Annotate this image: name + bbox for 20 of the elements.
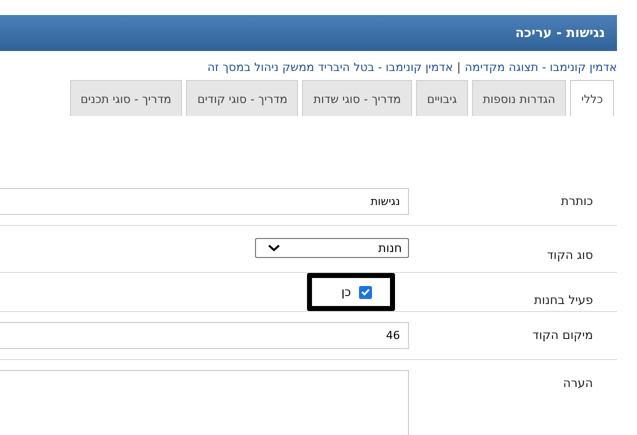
field-label: מיקום הקוד (531, 327, 594, 342)
dropdown[interactable]: חנות (255, 238, 409, 258)
breadcrumb-separator: | (456, 60, 461, 74)
breadcrumb-link[interactable]: אדמין קונימבו - בטל היבריד ממשק ניהול במסך זה (207, 60, 453, 74)
text-field[interactable]: 46 (0, 322, 409, 349)
tab[interactable]: הגדרות נוספות (472, 80, 566, 116)
text-field[interactable]: נגישות (0, 188, 409, 215)
dropdown-value: חנות (378, 241, 402, 255)
page-title: נגישות - עריכה (515, 26, 605, 40)
tab[interactable]: גיבויים (416, 80, 468, 116)
tab[interactable]: מדריך - סוגי קודים (186, 80, 298, 116)
field-label: סוג הקוד (546, 247, 594, 262)
tab[interactable]: מדריך - סוגי שדות (302, 80, 412, 116)
field-label: פעיל בחנות (532, 292, 594, 307)
field-label: כותרת (560, 193, 594, 208)
checkbox-label: כן (341, 285, 351, 299)
field-label: הערה (562, 375, 594, 390)
tab[interactable]: כללי (570, 80, 614, 116)
tab[interactable]: מדריך - סוגי תכנים (70, 80, 182, 116)
breadcrumb-link[interactable]: אדמין קונימבו - תצוגה מקדימה (464, 60, 617, 74)
